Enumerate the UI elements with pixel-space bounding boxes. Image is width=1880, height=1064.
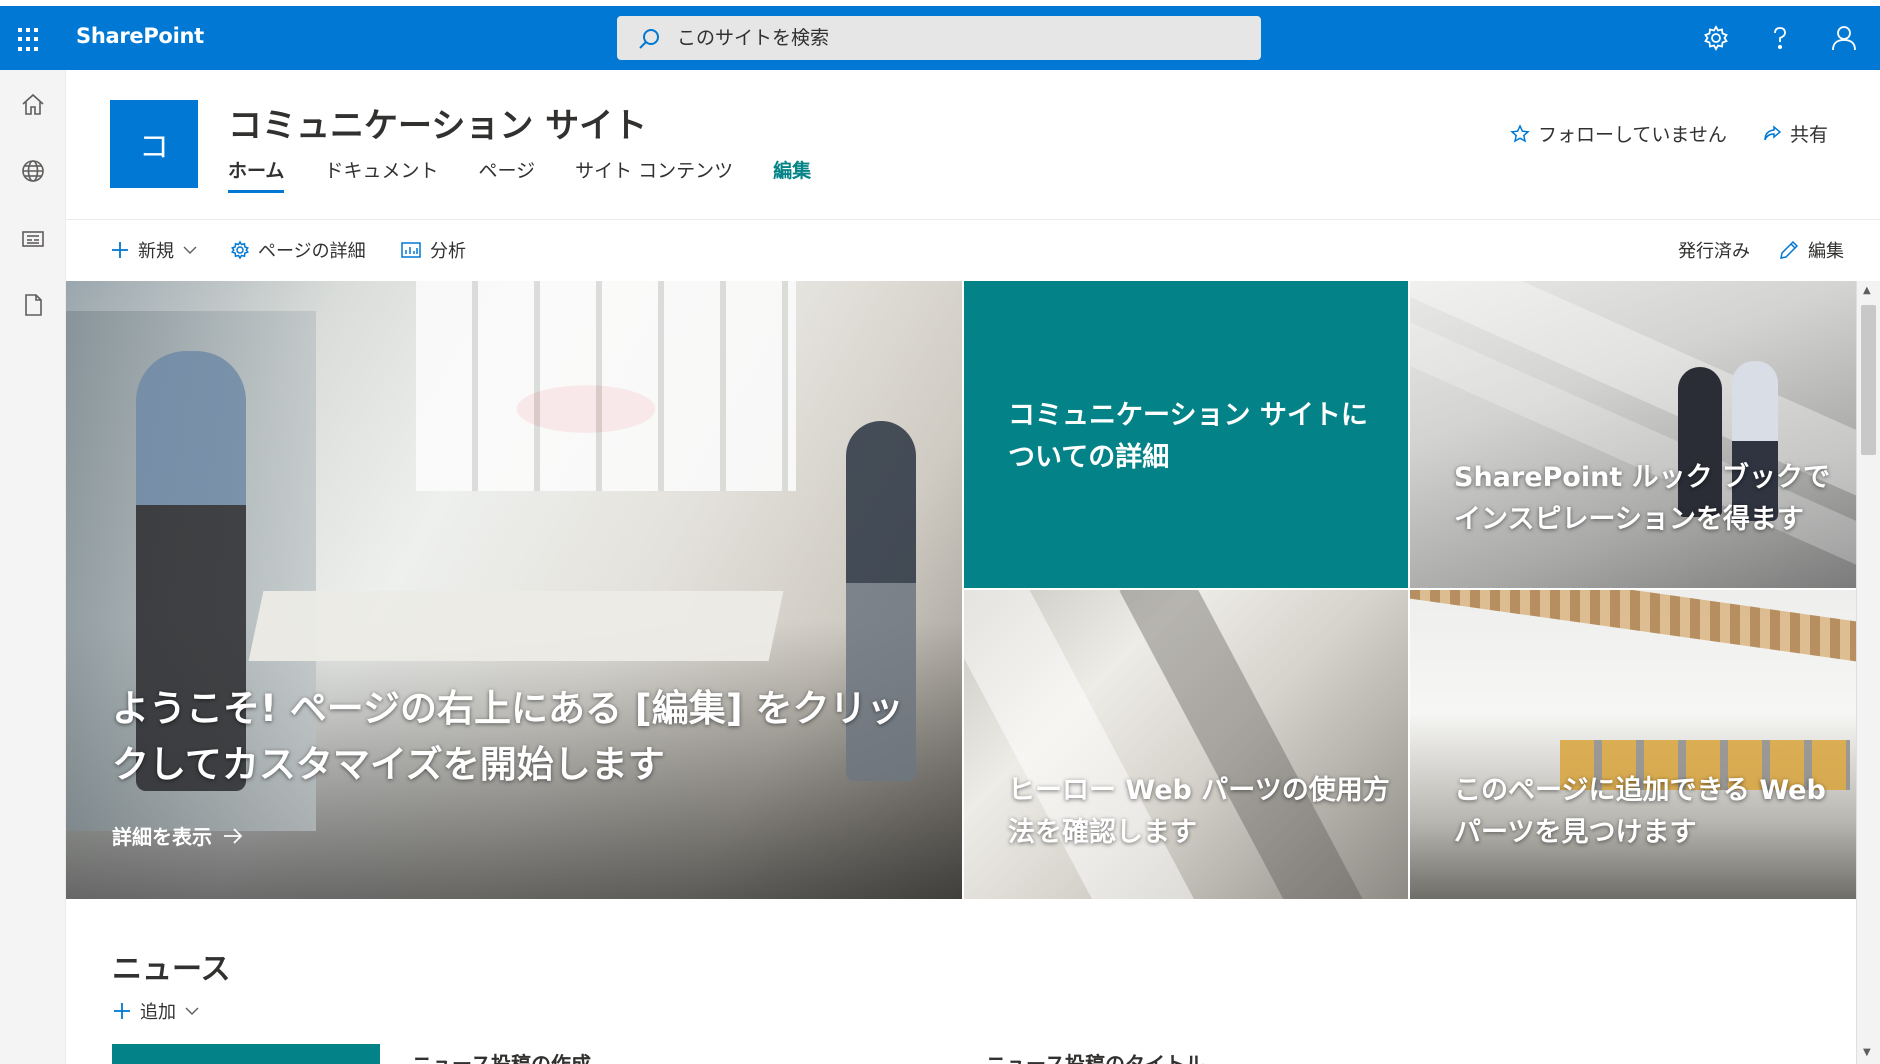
site-header: コ コミュニケーション サイト ホーム ドキュメント ページ サイト コンテンツ… [66, 70, 1880, 220]
gear-icon[interactable] [1702, 24, 1730, 52]
scroll-up-icon[interactable]: ▲ [1863, 285, 1871, 296]
suite-bar: SharePoint [0, 6, 1880, 70]
page-details-button[interactable]: ページの詳細 [230, 237, 366, 263]
globe-icon[interactable] [20, 158, 46, 184]
account-icon[interactable] [1830, 24, 1858, 52]
ceiling-decoration [1410, 590, 1856, 662]
nav-pages[interactable]: ページ [478, 156, 535, 193]
share-icon [1764, 124, 1782, 140]
news-item-title[interactable]: ニュース投稿のタイトル [986, 1044, 1326, 1064]
news-icon[interactable] [20, 226, 46, 252]
follow-button[interactable]: フォローしていません [1510, 120, 1727, 147]
scroll-thumb[interactable] [1861, 305, 1876, 455]
search-icon [639, 29, 659, 49]
plus-icon [114, 1003, 130, 1019]
chevron-down-icon [185, 1007, 199, 1015]
analytics-label: 分析 [430, 241, 466, 262]
star-icon [1510, 123, 1530, 142]
document-icon[interactable] [20, 292, 46, 318]
analytics-button[interactable]: 分析 [400, 237, 466, 263]
news-section-title: ニュース [112, 952, 231, 987]
app-launcher-icon[interactable] [18, 28, 42, 52]
publish-status-label: 発行済み [1678, 241, 1750, 262]
hero-see-details-link[interactable]: 詳細を表示 [112, 821, 244, 850]
gear-icon [230, 240, 250, 260]
hero-web-part: ようこそ! ページの右上にある [編集] をクリックしてカスタマイズを開始します… [66, 281, 1856, 899]
page-scrollbar[interactable]: ▲ ▼ [1856, 281, 1880, 1064]
left-rail [0, 70, 66, 1064]
hero-tile-main[interactable]: ようこそ! ページの右上にある [編集] をクリックしてカスタマイズを開始します… [66, 281, 962, 899]
new-label: 新規 [138, 241, 174, 262]
follow-label: フォローしていません [1538, 124, 1727, 146]
news-item-title[interactable]: ニュース投稿の作成 [412, 1044, 752, 1064]
analytics-icon [401, 242, 421, 258]
news-item-thumbnail[interactable] [112, 1044, 380, 1064]
edit-label: 編集 [1808, 241, 1844, 262]
site-title[interactable]: コミュニケーション サイト [228, 98, 647, 147]
hero-tile-learn-more[interactable]: コミュニケーション サイトについての詳細 [964, 281, 1408, 588]
nav-edit[interactable]: 編集 [773, 156, 811, 193]
pencil-icon [1780, 240, 1799, 259]
search-input[interactable] [677, 22, 1237, 54]
hero-see-details-label: 詳細を表示 [112, 825, 212, 849]
hero-tile-hero-usage-title: ヒーロー Web パーツの使用方法を確認します [1008, 775, 1390, 848]
edit-button[interactable]: 編集 [1778, 237, 1844, 263]
news-add-button[interactable]: 追加 [112, 998, 200, 1024]
hero-tile-learn-more-title: コミュニケーション サイトについての詳細 [1008, 400, 1368, 473]
page-details-label: ページの詳細 [258, 241, 366, 262]
help-icon[interactable] [1766, 24, 1794, 52]
nav-documents[interactable]: ドキュメント [324, 156, 438, 193]
news-add-label: 追加 [140, 1002, 176, 1023]
arrow-right-icon [224, 827, 243, 844]
new-button[interactable]: 新規 [110, 237, 198, 263]
site-nav: ホーム ドキュメント ページ サイト コンテンツ 編集 [228, 156, 851, 193]
scroll-down-icon[interactable]: ▼ [1863, 1047, 1871, 1058]
command-bar: 新規 ページの詳細 分析 発行済み 編集 [66, 221, 1880, 281]
site-logo[interactable]: コ [110, 100, 198, 188]
nav-home[interactable]: ホーム [228, 156, 285, 193]
share-button[interactable]: 共有 [1762, 120, 1828, 147]
share-label: 共有 [1790, 124, 1829, 146]
hero-tile-look-book-title: SharePoint ルック ブックでインスピレーションを得ます [1454, 462, 1831, 535]
plus-icon [112, 242, 128, 258]
hero-main-title: ようこそ! ページの右上にある [編集] をクリックしてカスタマイズを開始します [112, 687, 904, 786]
chevron-down-icon [183, 246, 197, 254]
hero-tile-look-book[interactable]: SharePoint ルック ブックでインスピレーションを得ます [1410, 281, 1856, 588]
publish-status: 発行済み [1678, 237, 1750, 263]
nav-site-contents[interactable]: サイト コンテンツ [575, 156, 733, 193]
search-box[interactable] [617, 16, 1261, 60]
hero-tile-web-parts-title: このページに追加できる Web パーツを見つけます [1454, 775, 1826, 848]
hero-tile-web-parts[interactable]: このページに追加できる Web パーツを見つけます [1410, 590, 1856, 899]
window-decoration [416, 281, 796, 491]
home-icon[interactable] [20, 92, 46, 118]
hero-tile-hero-usage[interactable]: ヒーロー Web パーツの使用方法を確認します [964, 590, 1408, 899]
brand-name[interactable]: SharePoint [76, 24, 204, 48]
table-decoration [248, 591, 784, 661]
